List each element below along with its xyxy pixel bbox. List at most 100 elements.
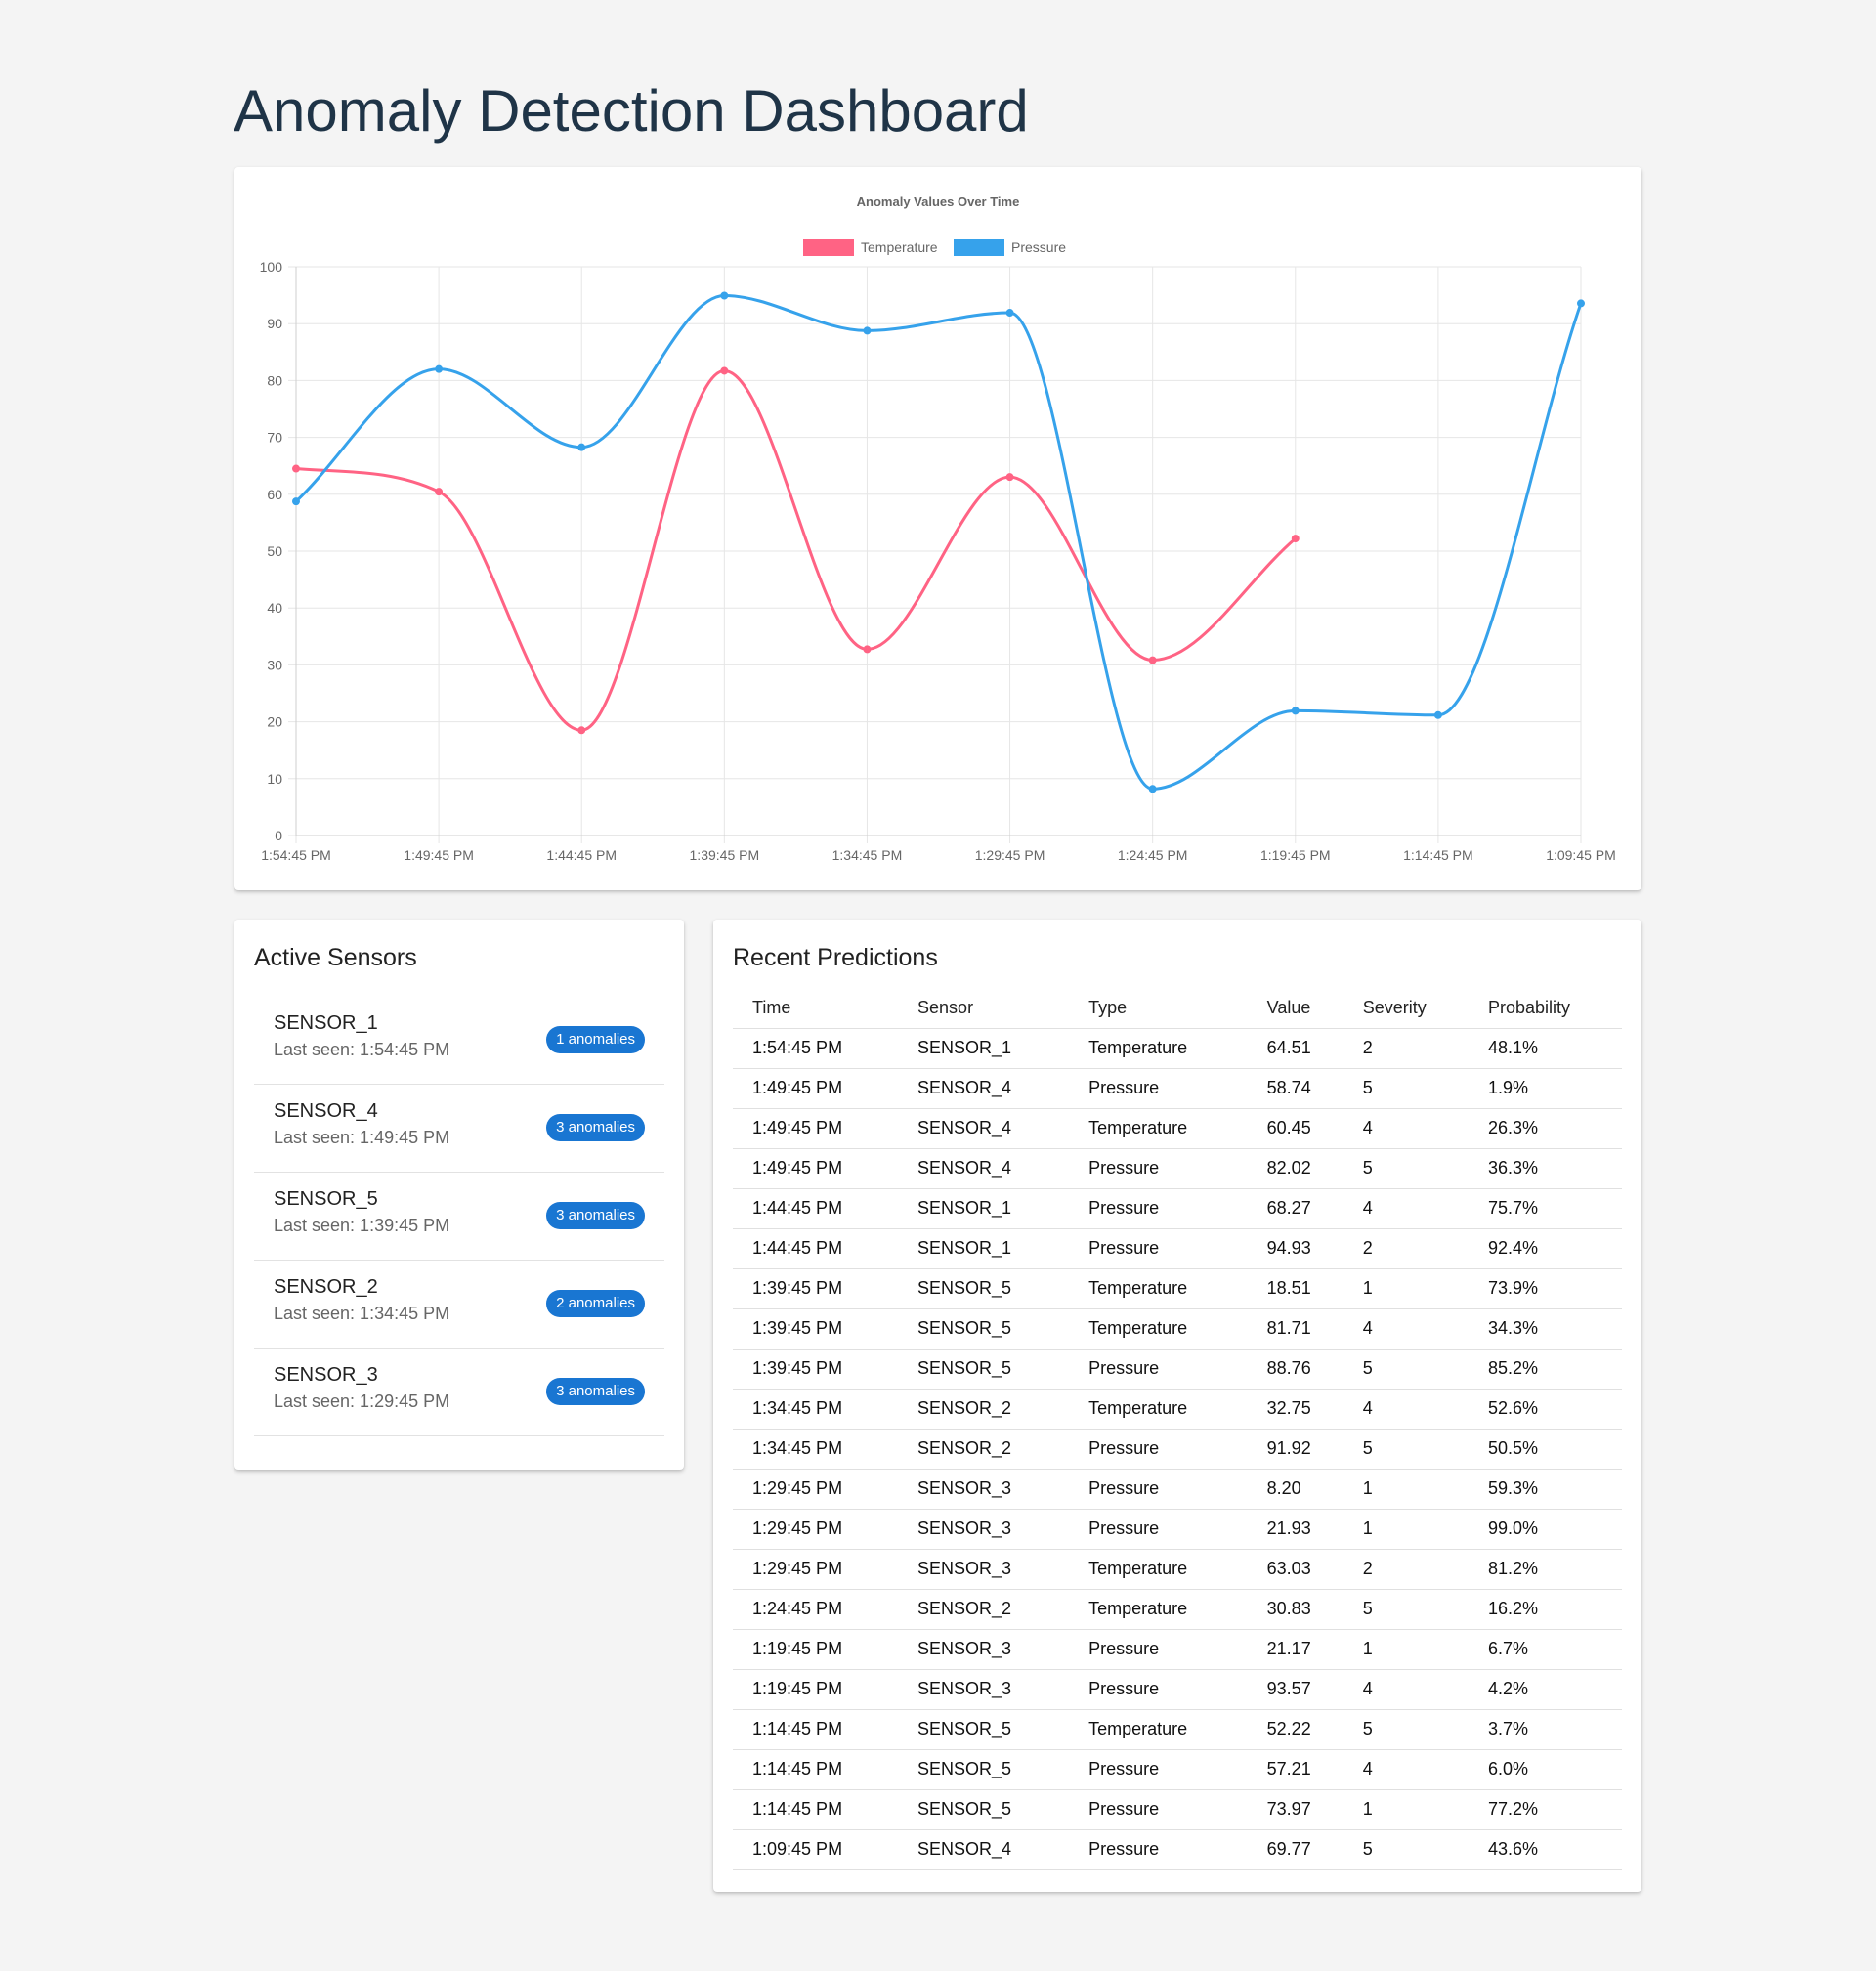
sensor-item[interactable]: SENSOR_5 Last seen: 1:39:45 PM 3 anomalies (254, 1173, 664, 1261)
cell-severity: 2 (1343, 1228, 1470, 1269)
anomaly-count-badge[interactable]: 2 anomalies (546, 1290, 645, 1317)
anomaly-count-badge[interactable]: 3 anomalies (546, 1202, 645, 1229)
cell-type: Pressure (1069, 1749, 1248, 1790)
cell-value: 82.02 (1247, 1148, 1343, 1189)
cell-sensor: SENSOR_5 (898, 1308, 1070, 1350)
cell-sensor: SENSOR_1 (898, 1188, 1070, 1229)
cell-time: 1:14:45 PM (733, 1709, 899, 1750)
cell-probability: 16.2% (1469, 1589, 1622, 1630)
x-tick-label: 1:49:45 PM (404, 847, 474, 863)
cell-sensor: SENSOR_3 (898, 1629, 1070, 1670)
cell-type: Pressure (1069, 1228, 1248, 1269)
data-point-0 (720, 366, 729, 375)
cell-value: 8.20 (1247, 1469, 1343, 1510)
legend-label-1: Pressure (1011, 239, 1066, 255)
cell-value: 81.71 (1247, 1308, 1343, 1350)
cell-severity: 1 (1343, 1789, 1470, 1830)
cell-value: 57.21 (1247, 1749, 1343, 1790)
cell-sensor: SENSOR_4 (898, 1108, 1070, 1149)
cell-probability: 6.7% (1469, 1629, 1622, 1670)
anomaly-count-badge[interactable]: 3 anomalies (546, 1114, 645, 1141)
cell-value: 73.97 (1247, 1789, 1343, 1830)
sensor-item[interactable]: SENSOR_2 Last seen: 1:34:45 PM 2 anomalies (254, 1261, 664, 1349)
cell-probability: 36.3% (1469, 1148, 1622, 1189)
cell-value: 21.93 (1247, 1509, 1343, 1550)
column-header: Sensor (898, 989, 1070, 1029)
cell-time: 1:24:45 PM (733, 1589, 899, 1630)
cell-value: 30.83 (1247, 1589, 1343, 1630)
column-header: Type (1069, 989, 1248, 1029)
cell-time: 1:39:45 PM (733, 1268, 899, 1309)
cell-probability: 48.1% (1469, 1028, 1622, 1069)
cell-severity: 5 (1343, 1349, 1470, 1390)
anomaly-count-badge[interactable]: 3 anomalies (546, 1378, 645, 1405)
cell-severity: 2 (1343, 1549, 1470, 1590)
cell-value: 18.51 (1247, 1268, 1343, 1309)
table-row: 1:39:45 PM SENSOR_5 Pressure 88.76 5 85.2% (733, 1349, 1622, 1390)
cell-time: 1:34:45 PM (733, 1389, 899, 1430)
cell-type: Temperature (1069, 1308, 1248, 1350)
x-tick-label: 1:34:45 PM (832, 847, 903, 863)
x-tick-label: 1:24:45 PM (1118, 847, 1188, 863)
cell-severity: 5 (1343, 1589, 1470, 1630)
active-sensors-title: Active Sensors (254, 944, 417, 971)
cell-probability: 77.2% (1469, 1789, 1622, 1830)
table-row: 1:49:45 PM SENSOR_4 Pressure 82.02 5 36.3% (733, 1148, 1622, 1189)
cell-severity: 4 (1343, 1108, 1470, 1149)
column-header: Time (733, 989, 899, 1029)
cell-probability: 85.2% (1469, 1349, 1622, 1390)
data-point-1 (863, 326, 872, 335)
cell-severity: 4 (1343, 1389, 1470, 1430)
y-tick-label: 100 (260, 259, 283, 275)
cell-sensor: SENSOR_5 (898, 1709, 1070, 1750)
sensor-item[interactable]: SENSOR_4 Last seen: 1:49:45 PM 3 anomalies (254, 1085, 664, 1173)
y-tick-label: 60 (267, 487, 282, 502)
cell-value: 60.45 (1247, 1108, 1343, 1149)
data-point-1 (1005, 309, 1014, 318)
series-line-0 (295, 368, 1297, 732)
cell-sensor: SENSOR_4 (898, 1148, 1070, 1189)
cell-probability: 75.7% (1469, 1188, 1622, 1229)
table-row: 1:19:45 PM SENSOR_3 Pressure 21.17 1 6.7% (733, 1629, 1622, 1670)
cell-sensor: SENSOR_5 (898, 1749, 1070, 1790)
cell-type: Temperature (1069, 1389, 1248, 1430)
table-row: 1:44:45 PM SENSOR_1 Pressure 68.27 4 75.7% (733, 1188, 1622, 1229)
cell-severity: 1 (1343, 1509, 1470, 1550)
cell-sensor: SENSOR_3 (898, 1509, 1070, 1550)
cell-type: Pressure (1069, 1629, 1248, 1670)
cell-sensor: SENSOR_5 (898, 1349, 1070, 1390)
table-row: 1:29:45 PM SENSOR_3 Pressure 8.20 1 59.3% (733, 1469, 1622, 1510)
anomaly-count-badge[interactable]: 1 anomalies (546, 1026, 645, 1053)
cell-sensor: SENSOR_1 (898, 1028, 1070, 1069)
cell-type: Pressure (1069, 1789, 1248, 1830)
cell-sensor: SENSOR_2 (898, 1589, 1070, 1630)
sensor-item[interactable]: SENSOR_3 Last seen: 1:29:45 PM 3 anomalies (254, 1349, 664, 1436)
legend-label-0: Temperature (861, 239, 938, 255)
chart-title: Anomaly Values Over Time (857, 194, 1020, 209)
cell-severity: 5 (1343, 1068, 1470, 1109)
cell-type: Pressure (1069, 1429, 1248, 1470)
cell-severity: 1 (1343, 1629, 1470, 1670)
cell-value: 93.57 (1247, 1669, 1343, 1710)
cell-value: 91.92 (1247, 1429, 1343, 1470)
sensor-last-seen: Last seen: 1:34:45 PM (274, 1304, 450, 1323)
cell-sensor: SENSOR_5 (898, 1789, 1070, 1830)
cell-sensor: SENSOR_3 (898, 1669, 1070, 1710)
y-tick-label: 0 (275, 828, 282, 843)
sensor-last-seen: Last seen: 1:54:45 PM (274, 1040, 450, 1059)
cell-time: 1:14:45 PM (733, 1789, 899, 1830)
cell-severity: 5 (1343, 1429, 1470, 1470)
table-row: 1:39:45 PM SENSOR_5 Temperature 81.71 4 34.3% (733, 1308, 1622, 1350)
sensor-item[interactable]: SENSOR_1 Last seen: 1:54:45 PM 1 anomalies (254, 997, 664, 1085)
sensor-last-seen: Last seen: 1:29:45 PM (274, 1392, 450, 1411)
table-row: 1:14:45 PM SENSOR_5 Pressure 57.21 4 6.0% (733, 1749, 1622, 1790)
cell-time: 1:49:45 PM (733, 1108, 899, 1149)
cell-value: 63.03 (1247, 1549, 1343, 1590)
cell-severity: 5 (1343, 1148, 1470, 1189)
table-row: 1:24:45 PM SENSOR_2 Temperature 30.83 5 16.2% (733, 1589, 1622, 1630)
cell-severity: 5 (1343, 1709, 1470, 1750)
table-row: 1:14:45 PM SENSOR_5 Pressure 73.97 1 77.2% (733, 1789, 1622, 1830)
cell-probability: 59.3% (1469, 1469, 1622, 1510)
sensor-list: SENSOR_1 Last seen: 1:54:45 PM 1 anomalies… (254, 997, 664, 1436)
cell-probability: 43.6% (1469, 1829, 1622, 1870)
